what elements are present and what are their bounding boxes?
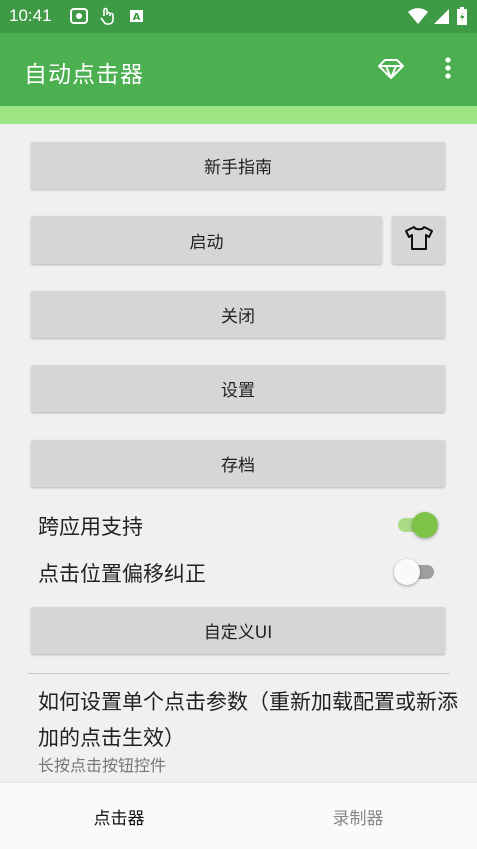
help-title[interactable]: 如何设置单个点击参数（重新加载配置或新添加的点击生效） (38, 684, 458, 756)
toggle-row-offset-correction[interactable]: 点击位置偏移纠正 (38, 554, 438, 588)
guide-button[interactable]: 新手指南 (31, 142, 445, 189)
help-subtitle: 长按点击按钮控件 (38, 756, 167, 775)
close-button[interactable]: 关闭 (31, 291, 445, 338)
offset-correction-switch[interactable] (394, 558, 438, 585)
more-vert-icon[interactable] (433, 53, 463, 83)
wifi-icon (408, 7, 428, 25)
start-button[interactable]: 启动 (31, 216, 382, 264)
notification-image-icon (70, 7, 88, 25)
nav-tab-recorder[interactable]: 录制器 (239, 783, 477, 849)
tshirt-icon (404, 225, 434, 255)
custom-ui-button[interactable]: 自定义UI (31, 607, 445, 654)
text-a-icon: A (128, 7, 146, 25)
progress-strip (0, 106, 477, 124)
save-button[interactable]: 存档 (31, 440, 445, 487)
diamond-icon[interactable] (376, 53, 406, 83)
signal-icon (434, 7, 452, 25)
bottom-nav: 点击器 录制器 (0, 783, 477, 849)
app-title: 自动点击器 (24, 62, 144, 88)
divider (28, 673, 450, 674)
app-bar: 自动点击器 (0, 33, 477, 106)
cross-app-switch[interactable] (394, 511, 438, 538)
settings-button[interactable]: 设置 (31, 365, 445, 412)
theme-button[interactable] (392, 216, 445, 264)
svg-text:A: A (133, 12, 141, 23)
battery-icon (456, 7, 468, 25)
touch-hand-icon (98, 7, 116, 25)
status-bar: 10:41 A (0, 0, 477, 33)
nav-tab-clicker[interactable]: 点击器 (0, 783, 238, 849)
status-time: 10:41 (9, 6, 52, 25)
toggle-label: 跨应用支持 (38, 515, 143, 539)
switch-thumb (412, 512, 438, 538)
toggle-label: 点击位置偏移纠正 (38, 562, 206, 586)
switch-thumb (394, 559, 420, 585)
toggle-row-cross-app[interactable]: 跨应用支持 (38, 507, 438, 541)
